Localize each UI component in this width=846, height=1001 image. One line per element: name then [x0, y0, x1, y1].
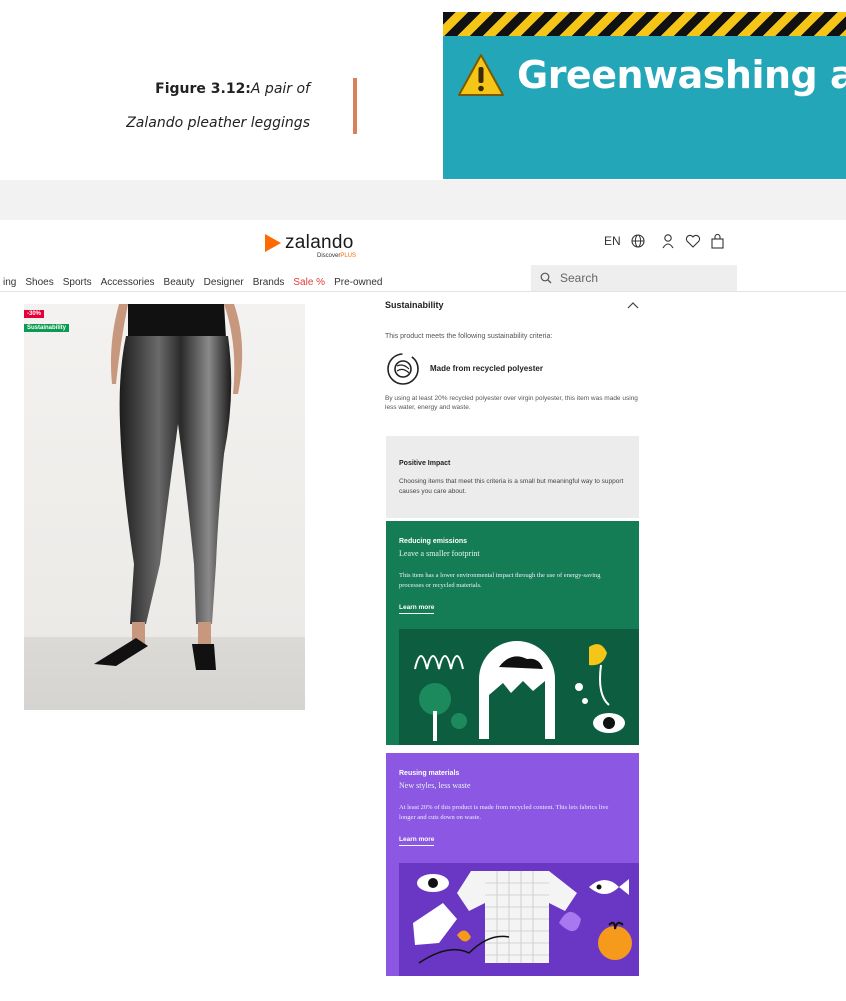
recycle-yarn-icon	[387, 353, 419, 385]
reducing-emissions-subtitle: Leave a smaller footprint	[399, 549, 480, 558]
figure-caption: Figure 3.12:A pair of Zalando pleather l…	[60, 72, 310, 140]
nav-item-clothing[interactable]: ing	[3, 277, 16, 288]
reducing-emissions-learn-more-link[interactable]: Learn more	[399, 604, 435, 614]
nav-item-beauty[interactable]: Beauty	[164, 277, 195, 288]
greenwashing-alert-banner: Greenwashing ale	[443, 12, 846, 179]
browser-bar	[0, 180, 846, 220]
warning-triangle-icon	[458, 54, 504, 96]
reusing-materials-subtitle: New styles, less waste	[399, 781, 471, 790]
nav-item-designer[interactable]: Designer	[204, 277, 244, 288]
nav-item-pre-owned[interactable]: Pre-owned	[334, 277, 382, 288]
reusing-materials-card: Reusing materials New styles, less waste…	[386, 753, 639, 976]
account-icon[interactable]	[661, 233, 675, 249]
caption-accent-rule	[353, 78, 357, 134]
reducing-emissions-illustration	[399, 629, 639, 745]
criterion-label: Made from recycled polyester	[430, 364, 543, 373]
logo-mark-icon	[265, 234, 281, 252]
zalando-product-screenshot: zalando DiscoverPLUS EN ing Shoes Sports…	[0, 180, 846, 1001]
sustainability-intro: This product meets the following sustain…	[385, 333, 553, 340]
header-icons: EN	[604, 233, 724, 249]
product-image[interactable]: -30% Sustainability	[24, 304, 305, 710]
positive-impact-title: Positive Impact	[399, 460, 451, 467]
nav-item-accessories[interactable]: Accessories	[101, 277, 155, 288]
language-selector[interactable]: EN	[604, 234, 621, 248]
search-input[interactable]: Search	[531, 265, 737, 291]
reducing-emissions-body: This item has a lower environmental impa…	[399, 572, 601, 589]
nav-item-sports[interactable]: Sports	[63, 277, 92, 288]
hazard-stripe	[443, 12, 846, 36]
reusing-materials-body: At least 20% of this product is made fro…	[399, 804, 609, 821]
sustainability-heading[interactable]: Sustainability	[385, 300, 639, 310]
nav-item-sale[interactable]: Sale %	[293, 277, 325, 288]
nav-item-shoes[interactable]: Shoes	[25, 277, 53, 288]
search-icon	[540, 272, 552, 284]
nav-item-brands[interactable]: Brands	[253, 277, 285, 288]
zalando-logo[interactable]: zalando DiscoverPLUS	[265, 232, 356, 259]
reusing-materials-title: Reusing materials	[399, 770, 460, 777]
alert-title: Greenwashing ale	[517, 53, 846, 97]
category-nav: ing Shoes Sports Accessories Beauty Desi…	[0, 272, 391, 292]
chevron-up-icon[interactable]	[627, 301, 639, 309]
discount-badge: -30%	[24, 310, 45, 318]
reducing-emissions-card: Reducing emissions Leave a smaller footp…	[386, 521, 639, 745]
search-placeholder: Search	[560, 271, 599, 285]
positive-impact-card: Positive Impact Choosing items that meet…	[386, 436, 639, 518]
wishlist-heart-icon[interactable]	[685, 234, 701, 248]
caption-label: Figure 3.12:	[155, 81, 251, 97]
leggings-illustration	[94, 304, 243, 670]
sustainability-badge: Sustainability	[24, 324, 70, 332]
positive-impact-body: Choosing items that meet this criteria i…	[399, 478, 624, 495]
logo-wordmark: zalando	[285, 232, 354, 253]
reusing-materials-illustration	[399, 863, 639, 976]
sustainability-description: By using at least 20% recycled polyester…	[385, 395, 638, 411]
logo-subbrand: DiscoverPLUS	[317, 253, 357, 259]
nav-divider	[0, 291, 846, 292]
reusing-materials-learn-more-link[interactable]: Learn more	[399, 836, 435, 846]
globe-icon[interactable]	[631, 234, 645, 248]
caption-text-line2: Zalando pleather leggings	[126, 115, 310, 131]
caption-text-line1: A pair of	[250, 81, 310, 97]
reducing-emissions-title: Reducing emissions	[399, 538, 468, 545]
bag-icon[interactable]	[711, 233, 724, 249]
